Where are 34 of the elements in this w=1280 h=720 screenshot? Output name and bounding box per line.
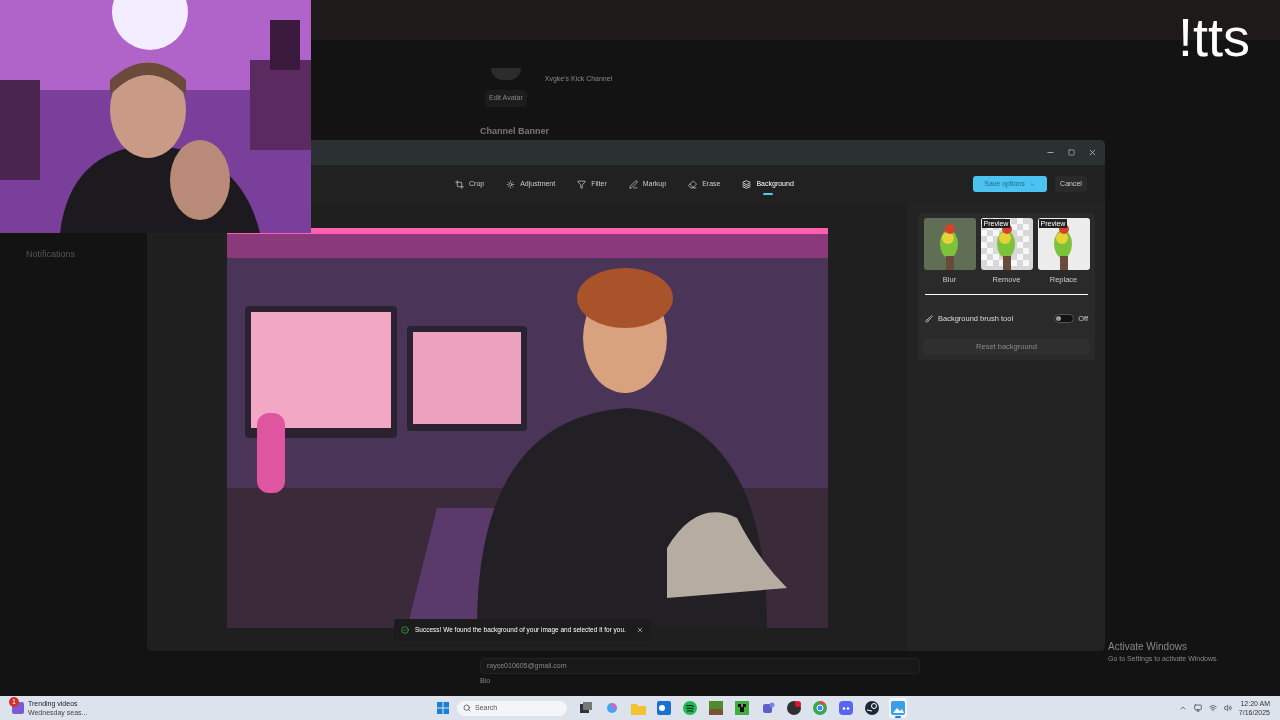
avatar (490, 68, 521, 80)
monitor-icon[interactable] (1193, 704, 1202, 712)
sun-icon (506, 179, 516, 189)
close-icon[interactable] (635, 626, 644, 634)
chevron-icon[interactable] (1178, 704, 1187, 712)
brush-icon (925, 314, 933, 323)
creeper-icon[interactable] (735, 701, 749, 715)
record-icon[interactable] (787, 701, 801, 715)
caret-icon (1028, 180, 1036, 188)
game-controller-icon[interactable] (839, 701, 853, 715)
activation-title: Activate Windows (1108, 640, 1188, 654)
pen-icon (628, 179, 638, 189)
swirl-icon[interactable] (605, 701, 619, 715)
crop-icon (455, 179, 464, 189)
volume-icon[interactable] (1223, 704, 1232, 712)
wifi-icon[interactable] (1208, 704, 1217, 712)
close-icon[interactable] (1088, 148, 1097, 157)
maximize-icon[interactable] (1068, 149, 1075, 156)
option-thumbnail[interactable] (923, 218, 976, 270)
search-icon (463, 704, 471, 712)
music-icon[interactable] (683, 701, 697, 715)
taskview-icon[interactable] (579, 702, 593, 714)
filter-icon (577, 179, 587, 189)
start-icon[interactable] (437, 702, 449, 714)
eraser-icon (688, 179, 698, 189)
browser-icon[interactable] (813, 701, 827, 715)
section-heading: Channel Banner (480, 124, 550, 138)
check-icon (401, 626, 409, 634)
people-icon[interactable] (761, 701, 775, 715)
mail-icon[interactable] (657, 701, 671, 715)
toggle-switch[interactable] (1054, 314, 1075, 324)
photo-icon[interactable] (891, 701, 905, 715)
layers-icon (742, 179, 752, 189)
overlay-text: !tts (1178, 6, 1250, 69)
